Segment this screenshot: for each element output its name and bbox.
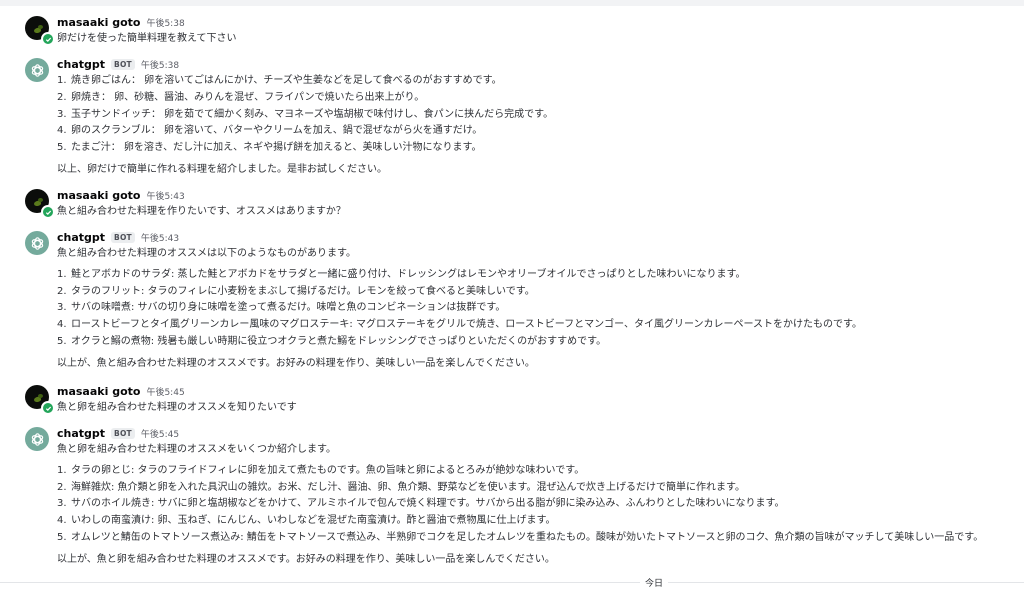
message-header: chatgpt BOT 午後5:45: [57, 425, 983, 442]
check-badge-icon: [41, 32, 55, 46]
check-badge-icon: [41, 401, 55, 415]
list-item: 5. オムレツと鯖缶のトマトソース煮込み: 鯖缶をトマトソースで煮込み、半熟卵でコ…: [57, 531, 984, 543]
chat-message: masaaki goto 午後5:38 卵だけを使った簡単料理を教えて下さい: [0, 14, 237, 48]
timestamp: 午後5:45: [140, 430, 180, 440]
message-header: masaaki goto 午後5:38: [57, 14, 237, 31]
top-bar: [0, 0, 1024, 6]
message-closing: 以上が、魚と組み合わせた料理のオススメです。お好みの料理を作り、美味しい一品を楽…: [57, 357, 535, 369]
message-intro: 魚と組み合わせた料理のオススメは以下のようなものがあります。: [57, 248, 356, 259]
list-item: 5. オクラと鰯の煮物: 残暑も厳しい時期に役立つオクラと煮た鰯をドレッシングでさ…: [57, 335, 607, 347]
openai-logo-icon[interactable]: [25, 58, 49, 82]
message-text: 魚と組み合わせた料理を作りたいです、オススメはありますか？: [57, 206, 346, 217]
date-divider-line: [0, 582, 1024, 583]
list-item: 5. たまご汁： 卵を溶き、だし汁に加え、ネギや揚げ餅を加えると、美味しい汁物にな…: [57, 142, 482, 154]
username[interactable]: chatgpt: [57, 231, 105, 244]
timestamp: 午後5:38: [146, 19, 185, 29]
chat-message: masaaki goto 午後5:43 魚と組み合わせた料理を作りたいです、オス…: [0, 187, 346, 221]
message-header: chatgpt BOT 午後5:38: [57, 56, 553, 73]
list-item: 1. タラの卵とじ: タラのフライドフィレに卵を加えて煮たものです。魚の旨味と卵に…: [57, 464, 585, 476]
username[interactable]: chatgpt: [57, 58, 105, 71]
bot-badge: BOT: [111, 428, 135, 439]
list-item: 2. 卵焼き： 卵、砂糖、醤油、みりんを混ぜ、フライパンで焼いたら出来上がり。: [57, 91, 425, 103]
chat-message: masaaki goto 午後5:45 魚と卵を組み合わせた料理のオススメを知り…: [0, 383, 297, 417]
openai-logo-icon[interactable]: [25, 231, 49, 255]
message-header: chatgpt BOT 午後5:43: [57, 229, 862, 246]
recipe-list: 1. 鮭とアボカドのサラダ: 蒸した鮭とアボカドをサラダと一緒に盛り付け、ドレッシ…: [57, 267, 862, 351]
chat-message: chatgpt BOT 午後5:45 魚と卵を組み合わせた料理のオススメをいくつ…: [0, 425, 983, 569]
message-intro: 魚と卵を組み合わせた料理のオススメをいくつか紹介します。: [57, 444, 336, 455]
username[interactable]: masaaki goto: [57, 189, 140, 202]
list-item: 1. 鮭とアボカドのサラダ: 蒸した鮭とアボカドをサラダと一緒に盛り付け、ドレッシ…: [57, 268, 746, 280]
date-divider: 今日: [640, 576, 669, 589]
message-closing: 以上、卵だけで簡単に作れる料理を紹介しました。是非お試しください。: [57, 163, 387, 175]
openai-logo-icon[interactable]: [25, 427, 49, 451]
timestamp: 午後5:43: [140, 234, 180, 244]
list-item: 4. いわしの南蛮漬け: 卵、玉ねぎ、にんじん、いわしなどを混ぜた南蛮漬け。酢と醤…: [57, 515, 556, 527]
username[interactable]: masaaki goto: [57, 385, 140, 398]
timestamp: 午後5:38: [140, 61, 180, 71]
avatar[interactable]: [25, 385, 55, 415]
chat-message: chatgpt BOT 午後5:38 1. 焼き卵ごはん： 卵を溶いてごはんにかけ…: [0, 56, 553, 179]
recipe-list: 1. タラの卵とじ: タラのフライドフィレに卵を加えて煮たものです。魚の旨味と卵に…: [57, 463, 983, 547]
avatar[interactable]: [25, 231, 49, 255]
list-item: 1. 焼き卵ごはん： 卵を溶いてごはんにかけ、チーズや生姜などを足して食べるのがお…: [57, 75, 502, 86]
avatar[interactable]: [25, 58, 49, 82]
username[interactable]: masaaki goto: [57, 16, 140, 29]
recipe-list: 1. 焼き卵ごはん： 卵を溶いてごはんにかけ、チーズや生姜などを足して食べるのがお…: [57, 73, 553, 157]
list-item: 2. タラのフリット: タラのフィレに小麦粉をまぶして揚げるだけ。レモンを絞って食…: [57, 285, 535, 297]
avatar[interactable]: [25, 16, 55, 46]
chat-message: chatgpt BOT 午後5:43 魚と組み合わせた料理のオススメは以下のよう…: [0, 229, 862, 373]
bot-badge: BOT: [111, 232, 135, 243]
list-item: 3. サバのホイル焼き: サバに卵と塩胡椒などをかけて、アルミホイルで包んで焼く料…: [57, 498, 785, 510]
list-item: 4. 卵のスクランブル： 卵を溶いて、バターやクリームを加え、鍋で混ぜながら火を通…: [57, 125, 483, 137]
check-badge-icon: [41, 205, 55, 219]
message-header: masaaki goto 午後5:45: [57, 383, 297, 400]
list-item: 3. 玉子サンドイッチ： 卵を茹でて細かく刻み、マヨネーズや塩胡椒で味付けし、食パ…: [57, 108, 554, 120]
timestamp: 午後5:43: [146, 192, 185, 202]
avatar[interactable]: [25, 189, 55, 219]
message-text: 魚と卵を組み合わせた料理のオススメを知りたいです: [57, 402, 297, 413]
bot-badge: BOT: [111, 59, 135, 70]
list-item: 3. サバの味噌煮: サバの切り身に味噌を塗って煮るだけ。味噌と魚のコンビネーショ…: [57, 302, 506, 314]
list-item: 2. 海鮮雑炊: 魚介類と卵を入れた具沢山の雑炊。お米、だし汁、醤油、卵、魚介類、…: [57, 481, 746, 493]
message-header: masaaki goto 午後5:43: [57, 187, 346, 204]
message-closing: 以上が、魚と卵を組み合わせた料理のオススメです。お好みの料理を作り、美味しい一品…: [57, 553, 555, 565]
timestamp: 午後5:45: [146, 388, 185, 398]
avatar[interactable]: [25, 427, 49, 451]
list-item: 4. ローストビーフとタイ風グリーンカレー風味のマグロステーキ: マグロステーキを…: [57, 319, 863, 331]
username[interactable]: chatgpt: [57, 427, 105, 440]
message-text: 卵だけを使った簡単料理を教えて下さい: [57, 33, 237, 44]
